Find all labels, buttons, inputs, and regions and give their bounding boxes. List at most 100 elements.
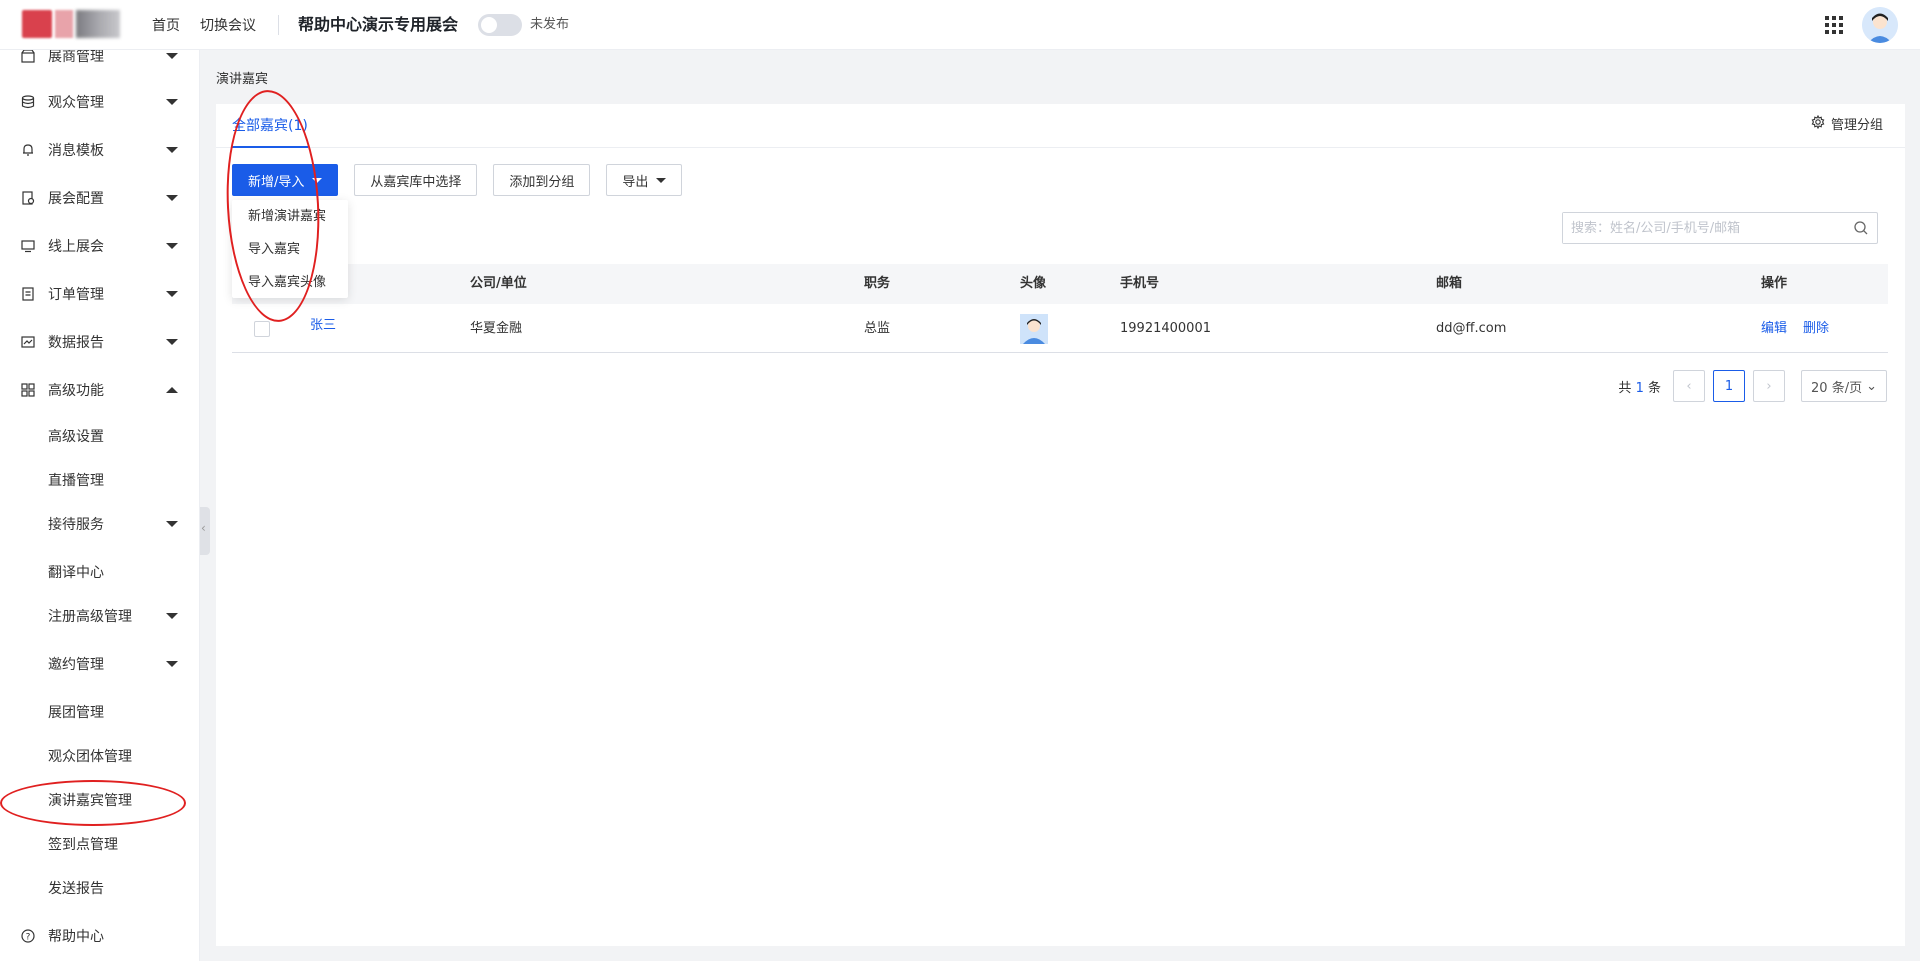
menu-item-import-avatars[interactable]: 导入嘉宾头像: [232, 266, 348, 299]
chevron-down-icon: [166, 53, 178, 59]
sidebar-item-label: 注册高级管理: [48, 609, 132, 625]
sidebar-item-expo-config[interactable]: 展会配置: [0, 178, 199, 218]
tab-all-speakers[interactable]: 全部嘉宾(1): [232, 104, 308, 148]
chevron-down-icon: [166, 291, 178, 297]
add-to-group-label: 添加到分组: [509, 174, 575, 190]
sidebar-subitem-reception[interactable]: 接待服务: [0, 504, 199, 544]
content-panel: 全部嘉宾(1) 管理分组 新增/导入 从嘉宾库中选择 添加到分组 导出 搜索：姓…: [216, 104, 1905, 946]
chevron-down-icon: [166, 661, 178, 667]
column-header-company: 公司/单位: [470, 276, 527, 291]
sidebar-item-help[interactable]: ? 帮助中心: [0, 916, 199, 956]
sidebar-item-label: 帮助中心: [48, 929, 104, 945]
chart-icon: [20, 334, 36, 350]
sidebar-subitem-registration-advanced[interactable]: 注册高级管理: [0, 596, 199, 636]
sidebar-item-message-template[interactable]: 消息模板: [0, 130, 199, 170]
sidebar-item-label: 观众团体管理: [48, 749, 132, 765]
order-icon: [20, 286, 36, 302]
menu-item-add-speaker[interactable]: 新增演讲嘉宾: [232, 200, 348, 233]
total-number: 1: [1635, 380, 1644, 396]
manage-group-button[interactable]: 管理分组: [1811, 104, 1883, 148]
search-input[interactable]: [1563, 213, 1843, 243]
sidebar-subitem-speaker-management[interactable]: 演讲嘉宾管理: [0, 780, 199, 820]
sidebar-item-advanced[interactable]: 高级功能: [0, 370, 199, 410]
svg-text:?: ?: [26, 933, 31, 943]
add-to-group-button[interactable]: 添加到分组: [493, 164, 591, 196]
sidebar-item-label: 发送报告: [48, 881, 104, 897]
sidebar-item-data-report[interactable]: 数据报告: [0, 322, 199, 362]
sidebar-subitem-advanced-settings[interactable]: 高级设置: [0, 416, 199, 456]
delete-link[interactable]: 删除: [1803, 304, 1829, 353]
user-avatar[interactable]: [1862, 7, 1898, 43]
next-page-button[interactable]: ›: [1753, 370, 1785, 402]
prev-page-button[interactable]: ‹: [1673, 370, 1705, 402]
chevron-down-icon: ⌄: [1866, 378, 1877, 394]
sidebar-subitem-live[interactable]: 直播管理: [0, 460, 199, 500]
sidebar-item-label: 展团管理: [48, 705, 104, 721]
sidebar-item-label: 邀约管理: [48, 657, 104, 673]
sidebar-item-audience[interactable]: 观众管理: [0, 82, 199, 122]
add-import-dropdown: 新增演讲嘉宾 导入嘉宾 导入嘉宾头像: [232, 200, 348, 298]
column-header-phone: 手机号: [1120, 276, 1160, 291]
expo-title: 帮助中心演示专用展会: [298, 15, 459, 34]
gear-icon: [1811, 104, 1825, 148]
sidebar-item-label: 消息模板: [48, 143, 104, 159]
page-size-select[interactable]: 20 条/页 ⌄: [1801, 370, 1887, 402]
sidebar-item-label: 展商管理: [48, 50, 104, 65]
chevron-down-icon: [166, 339, 178, 345]
divider: [278, 15, 279, 35]
nav-switch-meeting-link[interactable]: 切换会议: [200, 15, 256, 35]
bell-icon: [20, 142, 36, 158]
manage-group-label: 管理分组: [1830, 118, 1883, 133]
row-checkbox[interactable]: [254, 321, 270, 337]
publish-toggle[interactable]: [478, 14, 522, 36]
select-from-library-button[interactable]: 从嘉宾库中选择: [354, 164, 478, 196]
logo[interactable]: [22, 10, 120, 38]
total-count: 共 1 条: [1618, 377, 1661, 396]
speaker-name-link[interactable]: 张三: [310, 304, 336, 353]
sidebar-item-label: 高级功能: [48, 383, 104, 399]
sidebar-item-label: 展会配置: [48, 191, 104, 207]
cell-phone: 19921400001: [1120, 321, 1211, 336]
menu-item-import-speakers[interactable]: 导入嘉宾: [232, 233, 348, 266]
sidebar-subitem-invitation[interactable]: 邀约管理: [0, 644, 199, 684]
sidebar-item-orders[interactable]: 订单管理: [0, 274, 199, 314]
sidebar-collapse-handle[interactable]: [200, 507, 210, 555]
sidebar-subitem-audience-group[interactable]: 观众团体管理: [0, 736, 199, 776]
sidebar-subitem-send-report[interactable]: 发送报告: [0, 868, 199, 908]
sidebar-subitem-translation[interactable]: 翻译中心: [0, 552, 199, 592]
speaker-avatar: [1020, 314, 1048, 344]
chevron-down-icon: [166, 99, 178, 105]
chevron-down-icon: [166, 521, 178, 527]
chevron-down-icon: [166, 195, 178, 201]
edit-link[interactable]: 编辑: [1761, 304, 1787, 353]
toolbar: 新增/导入 从嘉宾库中选择 添加到分组 导出: [232, 164, 683, 196]
page-size-label: 20 条/页: [1811, 380, 1863, 396]
chevron-up-icon: [166, 387, 178, 393]
chevron-right-icon: ›: [1766, 378, 1772, 394]
sidebar-subitem-delegation[interactable]: 展团管理: [0, 692, 199, 732]
apps-icon: [20, 382, 36, 398]
nav-home-link[interactable]: 首页: [152, 15, 180, 35]
table-row: 张三 华夏金融 总监 19921400001 dd@ff.com 编辑 删除: [232, 304, 1888, 353]
export-button[interactable]: 导出: [606, 164, 683, 196]
monitor-icon: [20, 238, 36, 254]
sidebar-item-exhibitor[interactable]: 展商管理: [0, 50, 199, 76]
apps-grid-icon[interactable]: [1824, 15, 1844, 35]
top-bar: 首页 切换会议 帮助中心演示专用展会 未发布: [0, 0, 1920, 50]
sidebar-item-online-expo[interactable]: 线上展会: [0, 226, 199, 266]
shop-icon: [20, 50, 36, 64]
sidebar-subitem-checkin-point[interactable]: 签到点管理: [0, 824, 199, 864]
chevron-down-icon: [166, 243, 178, 249]
search-icon[interactable]: [1853, 220, 1869, 236]
main-content: 演讲嘉宾 全部嘉宾(1) 管理分组 新增/导入 从嘉宾库中选择 添加到分组 导出…: [216, 50, 1905, 946]
add-import-button[interactable]: 新增/导入: [232, 164, 339, 196]
cell-email: dd@ff.com: [1436, 321, 1507, 336]
database-icon: [20, 94, 36, 110]
pagination: 共 1 条 ‹ 1 › 20 条/页 ⌄: [1618, 370, 1887, 402]
select-from-library-label: 从嘉宾库中选择: [370, 174, 462, 190]
tabs-row: 全部嘉宾(1) 管理分组: [216, 104, 1905, 148]
sidebar-item-label: 订单管理: [48, 287, 104, 303]
page-number[interactable]: 1: [1713, 370, 1745, 402]
sidebar-item-label: 直播管理: [48, 473, 104, 489]
add-import-label: 新增/导入: [248, 174, 305, 190]
